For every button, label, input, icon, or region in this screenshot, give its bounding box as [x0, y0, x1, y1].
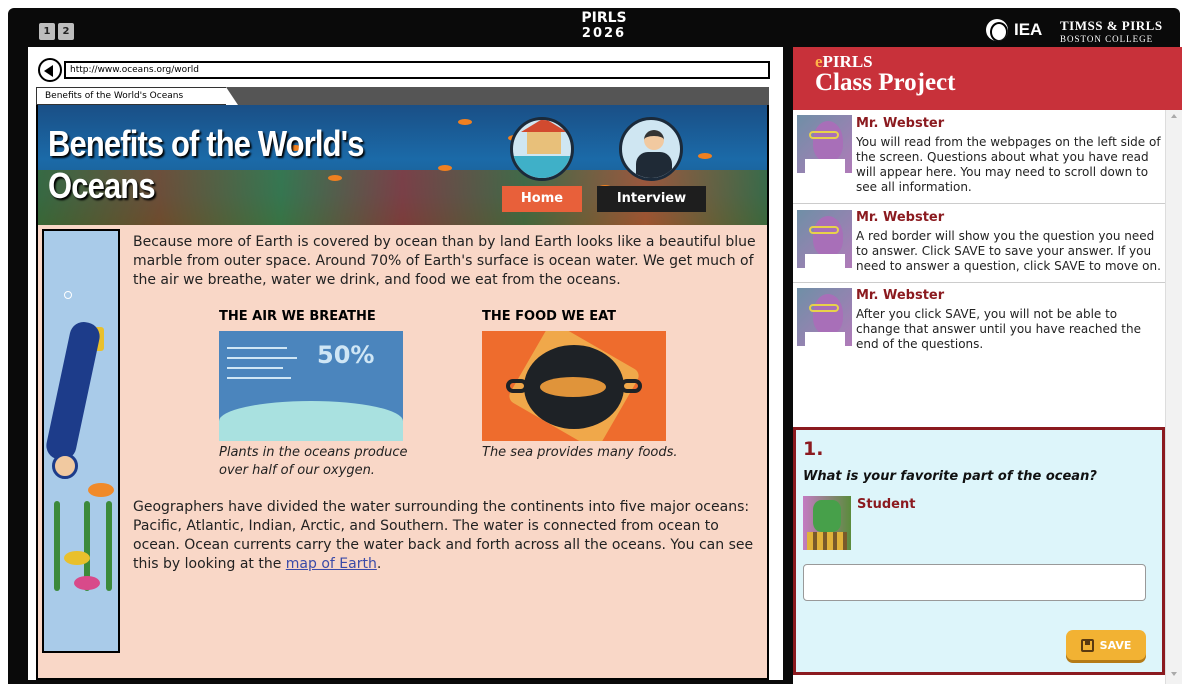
fish-icon [540, 377, 606, 397]
save-disk-icon [1080, 638, 1094, 652]
tab-strip: Benefits of the World's Oceans [36, 87, 769, 105]
student-name: Student [857, 497, 916, 512]
banner-title-line1: Benefits of the World's [48, 123, 364, 164]
oceans-paragraph: Geographers have divided the water surro… [133, 499, 754, 572]
message-text: After you click SAVE, you will not be ab… [856, 307, 1141, 351]
fish-icon [438, 165, 452, 171]
site-banner: Benefits of the World's Oceans Home Inte… [38, 105, 767, 225]
question-box: 1. What is your favorite part of the oce… [793, 427, 1165, 675]
page-button-1[interactable]: 1 [39, 23, 55, 40]
interview-person-icon[interactable] [619, 117, 683, 181]
student-avatar [803, 496, 851, 550]
diver-illustration [42, 229, 120, 653]
teacher-avatar [797, 115, 852, 173]
air-caption-line2: over half of our oxygen. [219, 463, 375, 478]
air-caption: Plants in the oceans produce over half o… [219, 444, 408, 480]
answer-field[interactable] [803, 564, 1146, 601]
teacher-avatar [797, 288, 852, 346]
address-bar: http://www.oceans.org/world [64, 61, 770, 79]
message-list: Mr. Webster You will read from the webpa… [793, 110, 1165, 684]
message-text: You will read from the webpages on the l… [856, 135, 1161, 194]
question-text: What is your favorite part of the ocean? [803, 469, 1097, 484]
home-button[interactable]: Home [502, 186, 582, 212]
timss-line2: BOSTON COLLEGE [1060, 34, 1154, 44]
map-of-earth-link[interactable]: map of Earth [286, 556, 377, 572]
air-oxygen-image: 50% [219, 331, 403, 441]
scroll-down-icon[interactable] [1171, 672, 1177, 676]
back-arrow-icon[interactable] [38, 58, 62, 82]
class-project-title: Class Project [815, 69, 956, 96]
fish-icon [698, 153, 712, 159]
iea-logo: IEA [986, 19, 1042, 41]
fish-icon [458, 119, 472, 125]
iea-label: IEA [1014, 20, 1043, 39]
class-project-header: ePIRLS Class Project [793, 47, 1182, 110]
class-project-panel: ePIRLS Class Project Mr. Webster You wil… [793, 47, 1182, 684]
message-author: Mr. Webster [856, 116, 945, 131]
pirls-year: 2026 [581, 26, 627, 41]
pirls-logo: PIRLS 2026 [574, 10, 634, 42]
message-item: Mr. Webster You will read from the webpa… [793, 110, 1165, 204]
teacher-avatar [797, 210, 852, 268]
message-item: Mr. Webster A red border will show you t… [793, 204, 1165, 283]
tab-benefits[interactable]: Benefits of the World's Oceans [36, 87, 238, 105]
food-heading: THE FOOD WE EAT [482, 309, 616, 324]
air-heading: THE AIR WE BREATHE [219, 309, 376, 324]
page-button-2[interactable]: 2 [58, 23, 74, 40]
intro-paragraph: Because more of Earth is covered by ocea… [133, 234, 756, 288]
interview-button[interactable]: Interview [597, 186, 706, 212]
timss-pirls-logo: TIMSS & PIRLS BOSTON COLLEGE [1060, 18, 1163, 44]
message-item: Mr. Webster After you click SAVE, you wi… [793, 283, 1165, 362]
web-page: Benefits of the World's Oceans Home Inte… [36, 105, 769, 680]
save-button[interactable]: SAVE [1066, 630, 1146, 660]
home-house-icon[interactable] [510, 117, 574, 181]
air-percent: 50% [317, 341, 375, 369]
timss-line1: TIMSS & PIRLS [1060, 18, 1163, 33]
scroll-up-icon[interactable] [1171, 114, 1177, 118]
save-label: SAVE [1099, 638, 1132, 652]
message-text: A red border will show you the question … [856, 229, 1161, 273]
panel-scrollbar[interactable] [1165, 110, 1182, 684]
oceans-paragraph-text: Geographers have divided the water surro… [133, 499, 754, 572]
globe-icon [986, 19, 1008, 41]
food-pan-image [482, 331, 666, 441]
browser-pane: http://www.oceans.org/world Benefits of … [28, 47, 783, 680]
question-number: 1. [803, 438, 824, 460]
banner-title-line2: Oceans [48, 165, 156, 206]
top-bar: 1 2 PIRLS 2026 IEA TIMSS & PIRLS BOSTON … [8, 8, 1180, 46]
message-author: Mr. Webster [856, 288, 945, 303]
banner-title: Benefits of the World's Oceans [48, 123, 364, 207]
message-author: Mr. Webster [856, 210, 945, 225]
food-caption: The sea provides many foods. [482, 445, 678, 460]
pirls-title: PIRLS [581, 10, 627, 26]
air-caption-line1: Plants in the oceans produce [219, 445, 408, 460]
